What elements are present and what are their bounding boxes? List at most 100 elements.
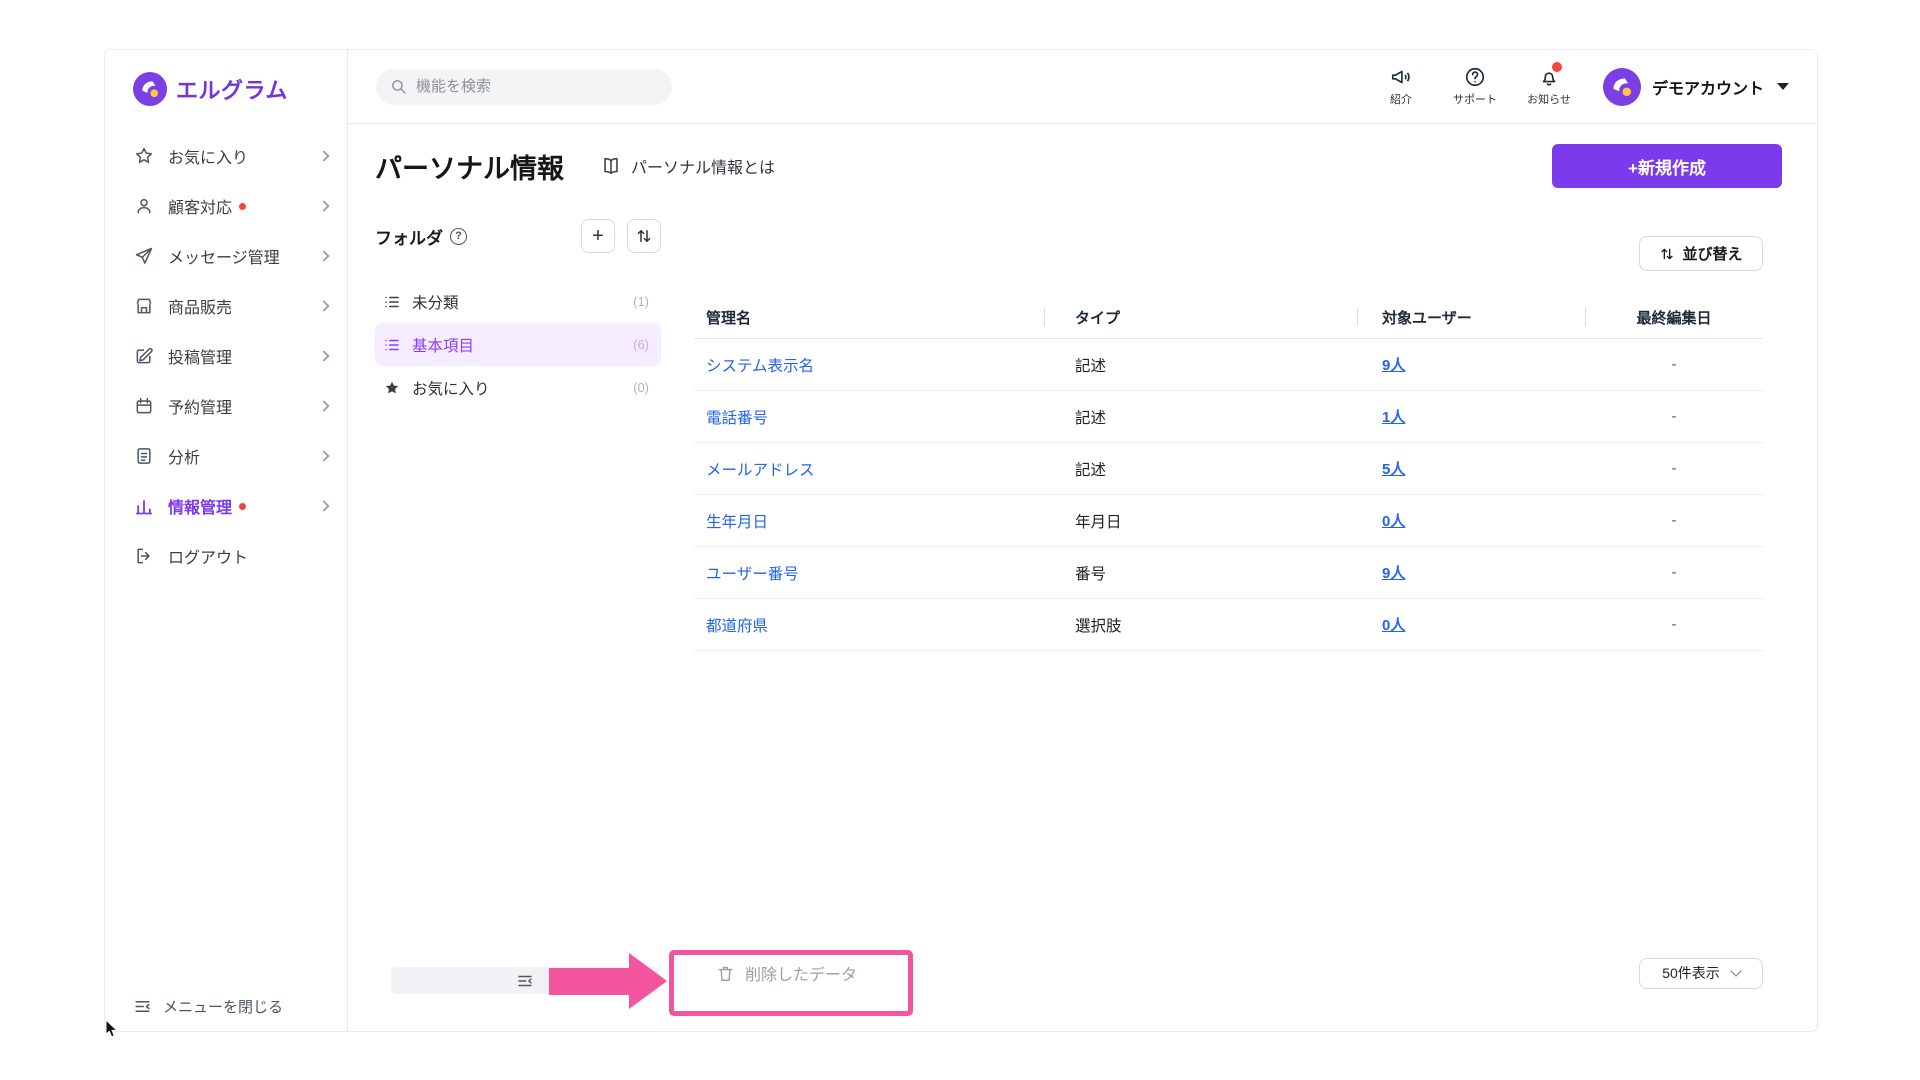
- star-icon: [383, 379, 401, 397]
- collapse-panel-icon: [516, 972, 534, 990]
- avatar: [1603, 68, 1641, 106]
- table-row: 都道府県 選択肢 0人 -: [694, 599, 1763, 651]
- edit-icon: [134, 346, 154, 366]
- sidebar-item-reservation-management[interactable]: 予約管理: [105, 381, 347, 431]
- column-header-last-edited: 最終編集日: [1585, 296, 1763, 338]
- collapse-folder-panel-button[interactable]: [391, 967, 659, 994]
- sidebar-item-label: 顧客対応: [168, 194, 232, 218]
- book-icon: [600, 155, 622, 177]
- brand-logo: エルグラム: [105, 50, 347, 106]
- table-row: システム表示名 記述 9人 -: [694, 339, 1763, 391]
- folder-list: 未分類 (1) 基本項目 (6) お気に入り (0): [375, 280, 661, 409]
- sidebar-item-label: 商品販売: [168, 294, 232, 318]
- folder-item-count: (0): [633, 380, 649, 395]
- folder-item-uncategorized[interactable]: 未分類 (1): [375, 280, 661, 323]
- last-edited-value: -: [1672, 564, 1677, 581]
- folder-item-basic-items[interactable]: 基本項目 (6): [375, 323, 661, 366]
- brand-logo-icon: [133, 72, 167, 106]
- sidebar-item-product-sales[interactable]: 商品販売: [105, 281, 347, 331]
- notification-dot: [239, 203, 246, 210]
- create-new-button[interactable]: +新規作成: [1552, 144, 1782, 188]
- folder-item-count: (1): [633, 294, 649, 309]
- help-circle-icon[interactable]: ?: [450, 228, 467, 245]
- sidebar-item-message-management[interactable]: メッセージ管理: [105, 231, 347, 281]
- question-icon: [1464, 66, 1486, 88]
- logout-icon: [134, 546, 154, 566]
- folder-item-favorites[interactable]: お気に入り (0): [375, 366, 661, 409]
- target-users-link[interactable]: 9人: [1382, 565, 1405, 582]
- sidebar-item-information-management[interactable]: 情報管理: [105, 481, 347, 531]
- page-size-label: 50件表示: [1662, 963, 1720, 983]
- help-link-label: パーソナル情報とは: [631, 154, 775, 178]
- sort-table-button[interactable]: 並び替え: [1639, 236, 1763, 271]
- page-size-select[interactable]: 50件表示: [1639, 958, 1763, 989]
- app-window: エルグラム お気に入り 顧客対応 メッセージ管理 商品販売: [104, 49, 1818, 1032]
- table-footer: 削除したデータ 50件表示: [694, 953, 1763, 993]
- sort-folders-button[interactable]: [627, 219, 661, 253]
- calendar-icon: [134, 396, 154, 416]
- folder-item-label: 基本項目: [412, 334, 474, 356]
- items-table: 管理名 タイプ 対象ユーザー 最終編集日 システム表示名 記述 9人 - 電話番…: [694, 296, 1763, 651]
- chevron-right-icon: [318, 350, 329, 361]
- search-input[interactable]: [416, 78, 658, 95]
- support-button[interactable]: サポート: [1449, 66, 1501, 107]
- table-row: 電話番号 記述 1人 -: [694, 391, 1763, 443]
- sidebar: エルグラム お気に入り 顧客対応 メッセージ管理 商品販売: [105, 50, 348, 1031]
- search-icon: [390, 78, 407, 95]
- close-menu-label: メニューを閉じる: [163, 996, 283, 1017]
- sidebar-item-favorites[interactable]: お気に入り: [105, 131, 347, 181]
- notifications-label: お知らせ: [1527, 91, 1571, 107]
- trash-icon: [716, 964, 735, 983]
- account-menu[interactable]: デモアカウント: [1603, 68, 1789, 106]
- column-header-users: 対象ユーザー: [1357, 296, 1585, 338]
- close-menu-button[interactable]: メニューを閉じる: [133, 996, 283, 1017]
- sort-arrows-icon: [635, 227, 653, 245]
- item-type: 番号: [1075, 566, 1106, 583]
- collapse-menu-icon: [133, 997, 152, 1016]
- folder-panel: フォルダ ? + 未分類 (1) 基本項目 (6): [375, 216, 661, 995]
- sidebar-item-customer-support[interactable]: 顧客対応: [105, 181, 347, 231]
- chevron-right-icon: [318, 150, 329, 161]
- chevron-down-icon: [1777, 83, 1789, 90]
- folder-item-label: お気に入り: [412, 377, 490, 399]
- item-name-link[interactable]: 生年月日: [706, 514, 768, 531]
- support-label: サポート: [1453, 91, 1497, 107]
- sidebar-item-post-management[interactable]: 投稿管理: [105, 331, 347, 381]
- sidebar-item-label: 分析: [168, 444, 200, 468]
- item-type: 記述: [1075, 462, 1106, 479]
- target-users-link[interactable]: 0人: [1382, 513, 1405, 530]
- item-type: 記述: [1075, 410, 1106, 427]
- megaphone-icon: [1390, 66, 1412, 88]
- add-folder-button[interactable]: +: [581, 219, 615, 253]
- referral-button[interactable]: 紹介: [1375, 66, 1427, 107]
- folder-item-label: 未分類: [412, 291, 459, 313]
- brand-name: エルグラム: [176, 73, 288, 105]
- column-header-type: タイプ: [1044, 296, 1357, 338]
- item-name-link[interactable]: システム表示名: [706, 358, 814, 375]
- item-name-link[interactable]: 都道府県: [706, 618, 768, 635]
- table-header-row: 管理名 タイプ 対象ユーザー 最終編集日: [694, 296, 1763, 339]
- target-users-link[interactable]: 5人: [1382, 461, 1405, 478]
- sidebar-item-label: お気に入り: [168, 144, 248, 168]
- item-name-link[interactable]: 電話番号: [706, 410, 768, 427]
- item-name-link[interactable]: メールアドレス: [706, 462, 815, 479]
- sidebar-item-logout[interactable]: ログアウト: [105, 531, 347, 581]
- search-bar[interactable]: [376, 69, 672, 105]
- target-users-link[interactable]: 1人: [1382, 409, 1405, 426]
- notifications-button[interactable]: お知らせ: [1523, 66, 1575, 107]
- target-users-link[interactable]: 9人: [1382, 357, 1405, 374]
- person-icon: [134, 196, 154, 216]
- sidebar-item-label: 投稿管理: [168, 344, 232, 368]
- deleted-data-button[interactable]: 削除したデータ: [694, 961, 857, 985]
- list-icon: [383, 293, 401, 311]
- last-edited-value: -: [1672, 460, 1677, 477]
- chevron-right-icon: [318, 400, 329, 411]
- target-users-link[interactable]: 0人: [1382, 617, 1405, 634]
- sidebar-item-label: 情報管理: [168, 494, 232, 518]
- last-edited-value: -: [1672, 408, 1677, 425]
- sidebar-item-analysis[interactable]: 分析: [105, 431, 347, 481]
- item-name-link[interactable]: ユーザー番号: [706, 566, 799, 583]
- table-row: 生年月日 年月日 0人 -: [694, 495, 1763, 547]
- chevron-right-icon: [318, 450, 329, 461]
- help-link[interactable]: パーソナル情報とは: [600, 154, 775, 178]
